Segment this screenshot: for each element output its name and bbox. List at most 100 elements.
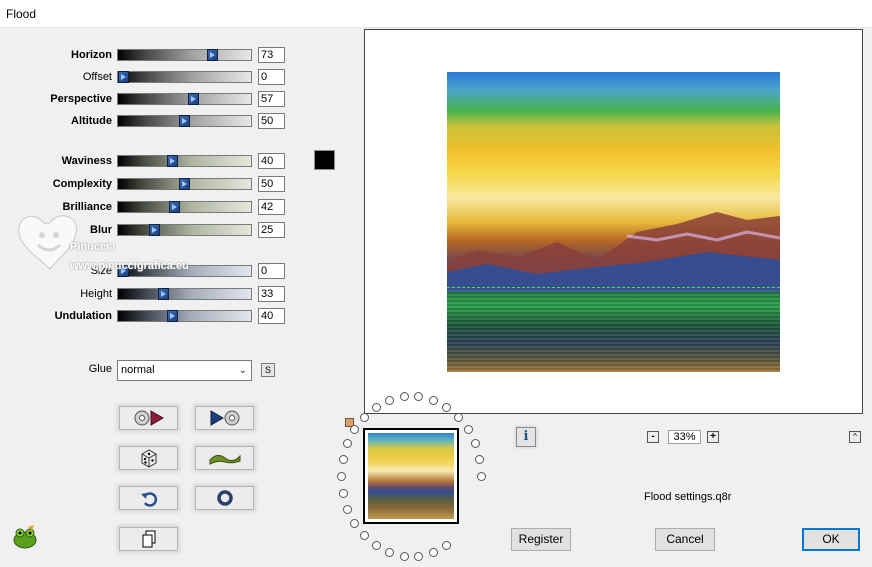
preset-dot[interactable] — [372, 403, 381, 412]
slider-label-waviness: Waviness — [61, 155, 112, 167]
slider-label-undulation: Undulation — [54, 310, 112, 322]
info-button[interactable]: i — [516, 427, 536, 447]
mountain-silhouette — [447, 212, 780, 292]
slider-track-perspective[interactable] — [117, 93, 252, 105]
preset-dot[interactable] — [400, 392, 409, 401]
copy-button[interactable] — [119, 527, 178, 551]
slider-label-perspective: Perspective — [50, 93, 112, 105]
ok-button[interactable]: OK — [802, 528, 860, 551]
slider-track-altitude[interactable] — [117, 115, 252, 127]
slider-thumb-undulation[interactable] — [167, 310, 178, 322]
randomize-button[interactable] — [119, 446, 178, 470]
preset-dot[interactable] — [372, 541, 381, 550]
slider-value-height[interactable]: 33 — [258, 286, 285, 302]
collapse-button[interactable]: ^ — [849, 431, 861, 443]
preset-dot[interactable] — [360, 531, 369, 540]
thumbnail-frame[interactable] — [363, 428, 459, 524]
preset-dot[interactable] — [350, 425, 359, 434]
preset-dot[interactable] — [477, 472, 486, 481]
glue-selected-value: normal — [121, 364, 155, 376]
preset-dot[interactable] — [400, 552, 409, 561]
slider-track-height[interactable] — [117, 288, 252, 300]
glue-select[interactable]: normal ⌄ — [117, 360, 252, 381]
slider-track-offset[interactable] — [117, 71, 252, 83]
slider-value-perspective[interactable]: 57 — [258, 91, 285, 107]
preset-dot[interactable] — [442, 403, 451, 412]
undo-icon — [140, 492, 157, 507]
preset-dot[interactable] — [339, 489, 348, 498]
settings-file-name: Flood settings.q8r — [644, 491, 732, 503]
preset-dot[interactable] — [471, 439, 480, 448]
preset-dot[interactable] — [360, 413, 369, 422]
preset-dot[interactable] — [454, 413, 463, 422]
slider-track-horizon[interactable] — [117, 49, 252, 61]
frog-logo-icon — [13, 525, 37, 549]
zoom-in-button[interactable]: + — [707, 431, 719, 443]
slider-value-waviness[interactable]: 40 — [258, 153, 285, 169]
preset-dot[interactable] — [442, 541, 451, 550]
slider-value-blur[interactable]: 25 — [258, 222, 285, 238]
slider-label-height: Height — [80, 288, 112, 300]
watermark-name: Pinuccia — [70, 241, 116, 253]
load-preset-button[interactable] — [119, 406, 178, 430]
slider-label-complexity: Complexity — [52, 178, 112, 190]
preset-dot[interactable] — [464, 425, 473, 434]
preset-dot[interactable] — [343, 505, 352, 514]
water-ripples — [447, 290, 780, 372]
preset-dot[interactable] — [414, 552, 423, 561]
chevron-down-icon: ⌄ — [238, 365, 247, 376]
slider-value-size[interactable]: 0 — [258, 263, 285, 279]
horizon-line — [447, 287, 780, 288]
window-title: Flood — [6, 7, 37, 21]
cancel-button[interactable]: Cancel — [655, 528, 715, 551]
slider-value-altitude[interactable]: 50 — [258, 113, 285, 129]
slider-value-undulation[interactable]: 40 — [258, 308, 285, 324]
dice-icon — [141, 449, 156, 468]
slider-value-complexity[interactable]: 50 — [258, 176, 285, 192]
preset-dot[interactable] — [337, 472, 346, 481]
slider-thumb-height[interactable] — [158, 288, 169, 300]
slider-track-complexity[interactable] — [117, 178, 252, 190]
slider-thumb-altitude[interactable] — [179, 115, 190, 127]
preset-dot[interactable] — [385, 548, 394, 557]
title-bar: Flood — [0, 0, 872, 28]
preset-dot[interactable] — [429, 396, 438, 405]
arrow-disc-icon — [210, 410, 239, 426]
glue-s-button[interactable]: S — [261, 363, 275, 377]
reset-button[interactable] — [195, 486, 254, 510]
copy-icon — [142, 530, 155, 548]
undo-button[interactable] — [119, 486, 178, 510]
slider-thumb-waviness[interactable] — [167, 155, 178, 167]
ring-icon — [216, 490, 233, 506]
preset-dot[interactable] — [339, 455, 348, 464]
zoom-value: 33% — [668, 430, 701, 444]
watermark-site: www.pinuccigrafica.eu — [70, 260, 189, 272]
preset-dot[interactable] — [429, 548, 438, 557]
slider-thumb-complexity[interactable] — [179, 178, 190, 190]
slider-value-brilliance[interactable]: 42 — [258, 199, 285, 215]
register-button[interactable]: Register — [511, 528, 571, 551]
wave-preview-button[interactable] — [195, 446, 254, 470]
preset-dot[interactable] — [350, 519, 359, 528]
slider-thumb-offset[interactable] — [118, 71, 129, 83]
preset-dot[interactable] — [414, 392, 423, 401]
glue-label: Glue — [88, 363, 112, 375]
disc-arrow-icon — [134, 410, 164, 426]
slider-track-undulation[interactable] — [117, 310, 252, 322]
wave-icon — [209, 454, 240, 465]
preview-canvas[interactable] — [364, 29, 863, 414]
preset-dot[interactable] — [475, 455, 484, 464]
slider-label-horizon: Horizon — [71, 49, 112, 61]
preset-dot[interactable] — [385, 396, 394, 405]
slider-track-waviness[interactable] — [117, 155, 252, 167]
slider-thumb-horizon[interactable] — [207, 49, 218, 61]
preset-dot[interactable] — [343, 439, 352, 448]
zoom-out-button[interactable]: - — [647, 431, 659, 443]
dialog-client: Horizon 73 Offset 0 Perspective 57 Altitude 50 W… — [0, 28, 872, 567]
slider-value-offset[interactable]: 0 — [258, 69, 285, 85]
slider-value-horizon[interactable]: 73 — [258, 47, 285, 63]
save-preset-button[interactable] — [195, 406, 254, 430]
slider-label-offset: Offset — [82, 71, 112, 83]
color-swatch[interactable] — [314, 150, 335, 170]
slider-thumb-perspective[interactable] — [188, 93, 199, 105]
